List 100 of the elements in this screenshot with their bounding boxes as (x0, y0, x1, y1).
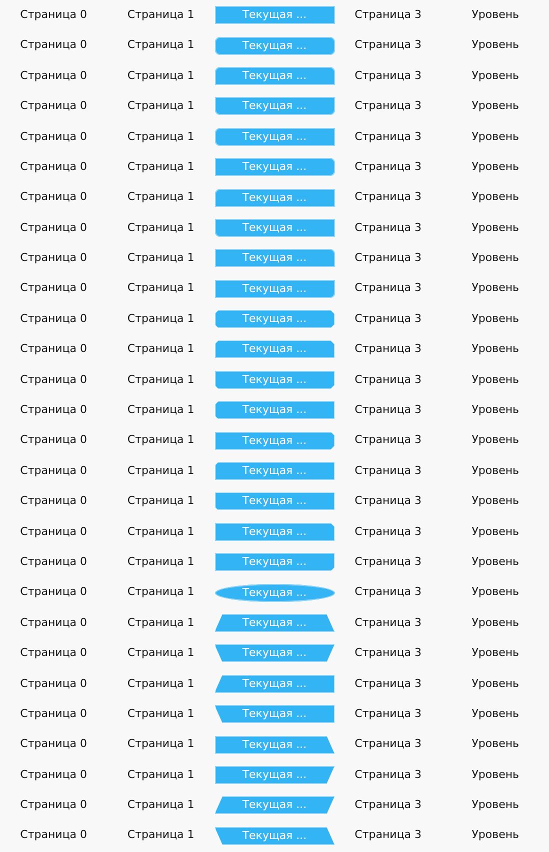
tab[interactable]: Уровень (472, 341, 520, 358)
tab[interactable]: Страница 0 (20, 372, 88, 388)
tab[interactable]: Страница 3 (354, 766, 422, 784)
tab[interactable]: Уровень (472, 189, 520, 206)
tab[interactable]: Уровень (472, 827, 520, 844)
tab[interactable]: Страница 0 (20, 432, 88, 449)
tab[interactable]: Уровень (472, 493, 520, 510)
tab[interactable]: Уровень (472, 250, 520, 267)
tab[interactable]: Уровень (472, 6, 520, 24)
tab[interactable]: Страница 3 (354, 676, 422, 692)
tab[interactable]: Страница 3 (354, 280, 422, 297)
tab[interactable]: Страница 0 (20, 189, 88, 206)
tab[interactable]: Уровень (472, 462, 520, 480)
tab[interactable]: Страница 3 (354, 432, 422, 449)
tab[interactable]: Страница 1 (127, 250, 194, 267)
tab[interactable]: Страница 0 (20, 493, 88, 510)
tab[interactable]: Уровень (472, 676, 520, 692)
tab[interactable]: Страница 0 (20, 37, 88, 54)
tab[interactable]: Страница 3 (354, 645, 422, 662)
tab[interactable]: Страница 1 (127, 462, 194, 480)
tab[interactable]: Страница 3 (354, 493, 422, 510)
tab[interactable]: Страница 3 (354, 797, 422, 814)
tab[interactable]: Страница 1 (127, 614, 194, 632)
tab[interactable]: Страница 1 (127, 402, 194, 419)
tab[interactable]: Страница 3 (354, 584, 422, 601)
tab[interactable]: Страница 0 (20, 827, 88, 844)
tab[interactable]: Уровень (472, 158, 520, 176)
tab[interactable]: Страница 3 (354, 250, 422, 267)
tab[interactable]: Уровень (472, 554, 520, 570)
tab[interactable]: Страница 1 (127, 736, 194, 753)
tab[interactable]: Страница 0 (20, 310, 88, 328)
tab[interactable]: Уровень (472, 524, 520, 540)
tab[interactable]: Уровень (472, 220, 520, 236)
tab[interactable]: Страница 0 (20, 68, 88, 84)
tab[interactable]: Уровень (472, 614, 520, 632)
tab[interactable]: Страница 0 (20, 524, 88, 540)
tab[interactable]: Уровень (472, 584, 520, 601)
tab[interactable]: Страница 3 (354, 827, 422, 844)
tab[interactable]: Страница 1 (127, 220, 194, 236)
tab[interactable]: Страница 0 (20, 797, 88, 814)
tab[interactable]: Страница 3 (354, 37, 422, 54)
tab[interactable]: Страница 0 (20, 766, 88, 784)
tab[interactable]: Страница 3 (354, 524, 422, 540)
tab[interactable]: Страница 1 (127, 493, 194, 510)
tab[interactable]: Страница 1 (127, 827, 194, 844)
tab[interactable]: Уровень (472, 128, 520, 145)
tab[interactable]: Страница 0 (20, 158, 88, 176)
tab[interactable]: Страница 3 (354, 158, 422, 176)
tab[interactable]: Уровень (472, 310, 520, 328)
tab[interactable]: Страница 1 (127, 676, 194, 692)
tab[interactable]: Страница 3 (354, 189, 422, 206)
tab[interactable]: Уровень (472, 432, 520, 449)
tab[interactable]: Страница 1 (127, 645, 194, 662)
tab[interactable]: Страница 1 (127, 6, 194, 24)
tab[interactable]: Страница 1 (127, 158, 194, 176)
tab[interactable]: Уровень (472, 736, 520, 753)
tab[interactable]: Страница 0 (20, 736, 88, 753)
tab[interactable]: Страница 3 (354, 372, 422, 388)
tab[interactable]: Страница 1 (127, 68, 194, 84)
tab[interactable]: Страница 0 (20, 128, 88, 145)
tab[interactable]: Страница 3 (354, 98, 422, 115)
tab[interactable]: Страница 3 (354, 614, 422, 632)
tab[interactable]: Уровень (472, 645, 520, 662)
tab[interactable]: Страница 1 (127, 98, 194, 115)
tab[interactable]: Страница 1 (127, 310, 194, 328)
tab[interactable]: Уровень (472, 372, 520, 388)
tab[interactable]: Страница 3 (354, 128, 422, 145)
tab[interactable]: Страница 1 (127, 341, 194, 358)
tab[interactable]: Страница 1 (127, 766, 194, 784)
tab[interactable]: Страница 1 (127, 128, 194, 145)
tab[interactable]: Уровень (472, 766, 520, 784)
tab[interactable]: Страница 3 (354, 6, 422, 24)
tab[interactable]: Страница 3 (354, 462, 422, 480)
tab[interactable]: Страница 3 (354, 402, 422, 419)
tab[interactable]: Страница 0 (20, 98, 88, 115)
tab[interactable]: Уровень (472, 37, 520, 54)
tab[interactable]: Страница 1 (127, 706, 194, 722)
tab[interactable]: Страница 1 (127, 37, 194, 54)
tab[interactable]: Страница 1 (127, 280, 194, 297)
tab[interactable]: Уровень (472, 98, 520, 115)
tab[interactable]: Страница 3 (354, 706, 422, 722)
tab[interactable]: Страница 3 (354, 68, 422, 84)
tab[interactable]: Страница 1 (127, 432, 194, 449)
tab[interactable]: Страница 1 (127, 372, 194, 388)
tab[interactable]: Страница 3 (354, 554, 422, 570)
tab[interactable]: Страница 0 (20, 250, 88, 267)
tab[interactable]: Страница 3 (354, 310, 422, 328)
tab[interactable]: Страница 3 (354, 736, 422, 753)
tab[interactable]: Страница 0 (20, 584, 88, 601)
tab[interactable]: Страница 0 (20, 402, 88, 419)
tab[interactable]: Страница 0 (20, 706, 88, 722)
tab[interactable]: Страница 1 (127, 797, 194, 814)
tab[interactable]: Страница 0 (20, 554, 88, 570)
tab[interactable]: Страница 0 (20, 645, 88, 662)
tab[interactable]: Страница 0 (20, 614, 88, 632)
tab[interactable]: Страница 0 (20, 280, 88, 297)
tab[interactable]: Уровень (472, 280, 520, 297)
tab[interactable]: Уровень (472, 402, 520, 419)
tab[interactable]: Страница 0 (20, 462, 88, 480)
tab[interactable]: Страница 0 (20, 220, 88, 236)
